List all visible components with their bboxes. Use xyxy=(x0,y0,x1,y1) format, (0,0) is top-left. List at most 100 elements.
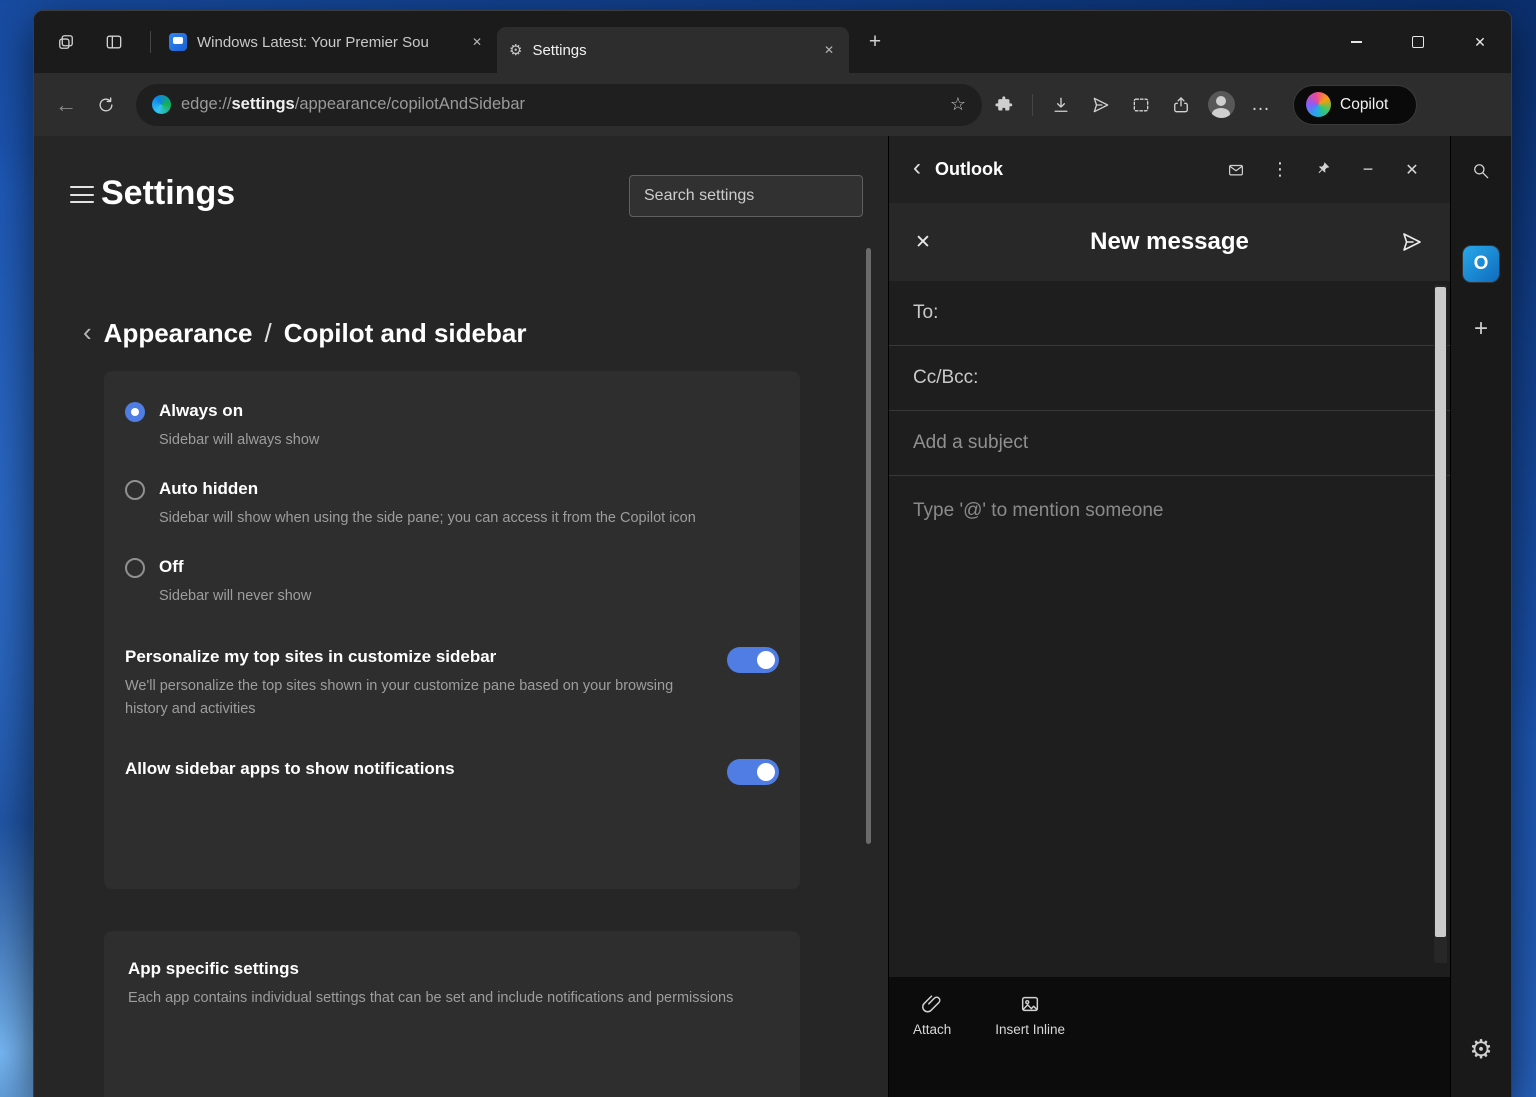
maximize-button[interactable] xyxy=(1387,11,1449,73)
windows-latest-favicon xyxy=(169,33,187,51)
subject-field[interactable]: Add a subject xyxy=(889,411,1450,476)
breadcrumb-section[interactable]: Appearance xyxy=(104,318,253,349)
body-placeholder: Type '@' to mention someone xyxy=(913,500,1163,522)
breadcrumb-back-icon[interactable]: ‹ xyxy=(83,319,92,349)
vertical-tabs-icon[interactable] xyxy=(98,26,130,58)
address-bar[interactable]: edge://settings/appearance/copilotAndSid… xyxy=(136,84,982,126)
web-capture-icon[interactable] xyxy=(1123,87,1159,123)
breadcrumb-page: Copilot and sidebar xyxy=(284,318,527,349)
radio-unselected-icon[interactable] xyxy=(125,558,145,578)
window-controls: ✕ xyxy=(1325,11,1511,73)
tab-settings[interactable]: ⚙ Settings ✕ xyxy=(497,27,849,73)
radio-description: Sidebar will show when using the side pa… xyxy=(159,507,696,530)
to-field[interactable]: To: xyxy=(889,281,1450,346)
downloads-icon[interactable] xyxy=(1043,87,1079,123)
panel-back-icon[interactable]: ‹ xyxy=(913,156,921,183)
back-button[interactable]: ← xyxy=(48,87,84,123)
compose-scrollbar[interactable] xyxy=(1434,285,1447,963)
outlook-panel-header: ‹ Outlook ⋮ − ✕ xyxy=(889,136,1450,203)
tab-windows-latest[interactable]: Windows Latest: Your Premier Sou ✕ xyxy=(157,22,497,62)
scrollbar-thumb[interactable] xyxy=(1435,287,1446,937)
message-body-field[interactable]: Type '@' to mention someone xyxy=(889,476,1450,522)
panel-title: Outlook xyxy=(935,159,1003,180)
minimize-button[interactable] xyxy=(1325,11,1387,73)
profile-avatar[interactable] xyxy=(1203,87,1239,123)
panel-close-icon[interactable]: ✕ xyxy=(1396,154,1428,186)
radio-unselected-icon[interactable] xyxy=(125,480,145,500)
radio-label: Auto hidden xyxy=(159,479,696,499)
more-menu-icon[interactable]: … xyxy=(1243,87,1279,123)
send-button[interactable] xyxy=(1390,230,1424,254)
toggle-description: We'll personalize the top sites shown in… xyxy=(125,675,687,721)
navigation-bar: ← edge://settings/appearance/copilotAndS… xyxy=(34,73,1511,136)
tab-title: Windows Latest: Your Premier Sou xyxy=(197,34,457,51)
compose-close-icon[interactable]: ✕ xyxy=(915,231,949,254)
app-specific-settings-card: App specific settings Each app contains … xyxy=(104,931,800,1097)
toggle-row-sidebar-notifications: Allow sidebar apps to show notifications xyxy=(125,759,779,785)
send-to-devices-icon[interactable] xyxy=(1083,87,1119,123)
tab-close-icon[interactable]: ✕ xyxy=(819,40,839,60)
toggle-label: Allow sidebar apps to show notifications xyxy=(125,759,687,779)
sidebar-add-icon[interactable]: + xyxy=(1464,312,1498,346)
toggle-row-personalize-top-sites: Personalize my top sites in customize si… xyxy=(125,647,779,721)
toolbar-divider xyxy=(1032,94,1033,116)
to-label: To: xyxy=(913,302,938,324)
avatar xyxy=(1208,91,1235,118)
tab-close-icon[interactable]: ✕ xyxy=(467,32,487,52)
tab-divider xyxy=(150,31,151,53)
close-button[interactable]: ✕ xyxy=(1449,11,1511,73)
sidebar-notifications-toggle[interactable] xyxy=(727,759,779,785)
attach-label: Attach xyxy=(913,1022,951,1037)
refresh-button[interactable] xyxy=(88,87,124,123)
compose-body: To: Cc/Bcc: Add a subject Type '@' to me… xyxy=(889,281,1450,977)
search-settings-input[interactable] xyxy=(629,175,863,217)
tab-strip: Windows Latest: Your Premier Sou ✕ ⚙ Set… xyxy=(34,11,1511,73)
compose-header: ✕ New message xyxy=(889,203,1450,281)
extensions-icon[interactable] xyxy=(986,87,1022,123)
card-title: App specific settings xyxy=(128,959,776,979)
radio-option-off[interactable]: Off Sidebar will never show xyxy=(125,557,779,608)
insert-inline-button[interactable]: Insert Inline xyxy=(995,993,1065,1037)
compose-toolbar: Attach Insert Inline xyxy=(889,977,1450,1097)
toggle-label: Personalize my top sites in customize si… xyxy=(125,647,687,667)
panel-minimize-icon[interactable]: − xyxy=(1352,154,1384,186)
workspaces-icon[interactable] xyxy=(50,26,82,58)
copilot-label: Copilot xyxy=(1340,96,1388,114)
sidebar-search-icon[interactable] xyxy=(1464,154,1498,188)
panel-more-icon[interactable]: ⋮ xyxy=(1264,154,1296,186)
settings-page: Settings ‹ Appearance / Copilot and side… xyxy=(34,136,888,1097)
sidebar-options-card: Always on Sidebar will always show Auto … xyxy=(104,371,800,889)
image-icon xyxy=(1019,993,1041,1015)
browser-window: Windows Latest: Your Premier Sou ✕ ⚙ Set… xyxy=(33,10,1512,1097)
favorite-star-icon[interactable]: ☆ xyxy=(950,94,966,115)
insert-inline-label: Insert Inline xyxy=(995,1022,1065,1037)
attach-button[interactable]: Attach xyxy=(913,993,951,1037)
paperclip-icon xyxy=(921,993,943,1015)
subject-placeholder: Add a subject xyxy=(913,432,1028,454)
breadcrumb-divider: / xyxy=(265,318,272,349)
page-title: Settings xyxy=(101,174,235,213)
cc-bcc-label: Cc/Bcc: xyxy=(913,367,978,389)
cc-bcc-field[interactable]: Cc/Bcc: xyxy=(889,346,1450,411)
new-tab-button[interactable]: + xyxy=(859,26,891,58)
edge-site-icon xyxy=(152,95,171,114)
sidebar-outlook-icon[interactable]: O xyxy=(1463,246,1499,282)
url-text: edge://settings/appearance/copilotAndSid… xyxy=(181,95,940,114)
radio-option-always-on[interactable]: Always on Sidebar will always show xyxy=(125,401,779,452)
copilot-button[interactable]: Copilot xyxy=(1293,85,1417,125)
copilot-logo-icon xyxy=(1306,92,1331,117)
radio-selected-icon[interactable] xyxy=(125,402,145,422)
radio-option-auto-hidden[interactable]: Auto hidden Sidebar will show when using… xyxy=(125,479,779,530)
sidebar-settings-gear-icon[interactable]: ⚙ xyxy=(1463,1031,1499,1067)
radio-label: Off xyxy=(159,557,311,577)
settings-scrollbar[interactable] xyxy=(866,248,871,844)
mail-icon[interactable] xyxy=(1220,154,1252,186)
card-description: Each app contains individual settings th… xyxy=(128,987,768,1010)
radio-description: Sidebar will always show xyxy=(159,429,319,452)
radio-description: Sidebar will never show xyxy=(159,585,311,608)
pin-icon[interactable] xyxy=(1308,154,1340,186)
compose-title: New message xyxy=(949,228,1390,256)
share-icon[interactable] xyxy=(1163,87,1199,123)
personalize-top-sites-toggle[interactable] xyxy=(727,647,779,673)
settings-menu-icon[interactable] xyxy=(70,186,94,203)
